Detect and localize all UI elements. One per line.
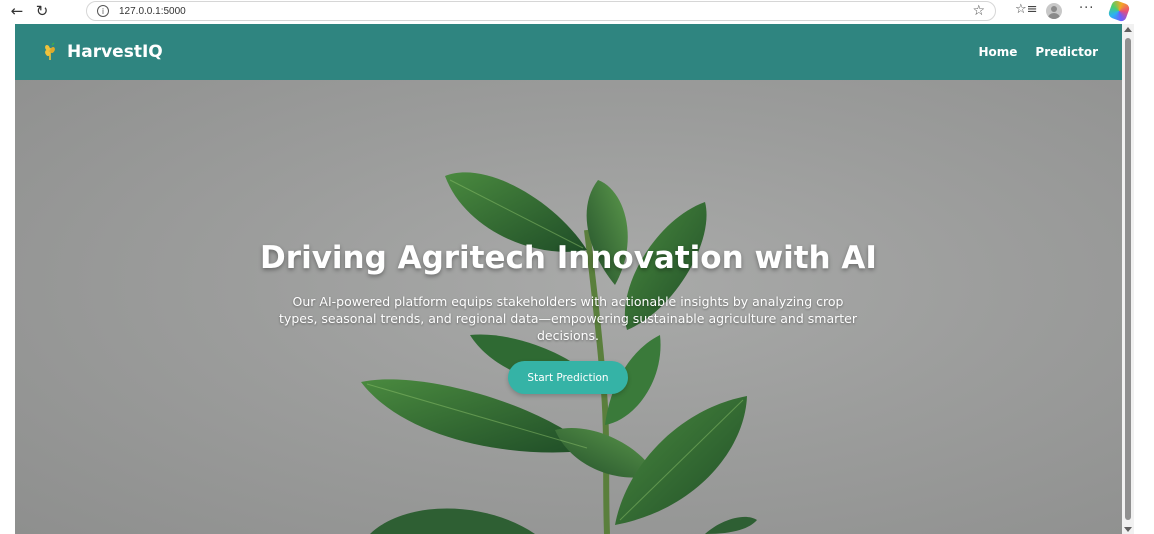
scrollbar[interactable] xyxy=(1122,24,1134,534)
browser-toolbar: ← ↻ i 127.0.0.1:5000 ☆ ☆≡ ··· xyxy=(0,0,1154,24)
copilot-icon[interactable] xyxy=(1107,0,1131,23)
nav-link-predictor[interactable]: Predictor xyxy=(1035,45,1098,59)
start-prediction-button[interactable]: Start Prediction xyxy=(508,361,628,394)
hero-section: Driving Agritech Innovation with AI Our … xyxy=(15,80,1122,534)
brand-name[interactable]: HarvestIQ xyxy=(67,42,163,62)
back-arrow-icon[interactable]: ← xyxy=(6,1,28,21)
nav-link-home[interactable]: Home xyxy=(978,45,1017,59)
info-icon[interactable]: i xyxy=(97,5,109,17)
url-text: 127.0.0.1:5000 xyxy=(119,5,186,17)
window-edge xyxy=(1134,24,1154,534)
scrollbar-thumb[interactable] xyxy=(1125,38,1131,520)
scroll-down-icon[interactable] xyxy=(1124,527,1132,532)
page-viewport: HarvestIQ Home Predictor Driving Agritec… xyxy=(15,24,1122,534)
nav-links: Home Predictor xyxy=(978,45,1098,59)
hero-title: Driving Agritech Innovation with AI xyxy=(260,240,877,276)
scroll-up-icon[interactable] xyxy=(1124,27,1132,32)
hero-description: Our AI-powered platform equips stakehold… xyxy=(279,294,857,343)
more-icon[interactable]: ··· xyxy=(1079,1,1094,16)
address-bar[interactable]: i 127.0.0.1:5000 ☆ xyxy=(86,1,996,21)
reload-icon[interactable]: ↻ xyxy=(31,1,53,21)
profile-icon[interactable] xyxy=(1046,3,1062,19)
favorites-icon[interactable]: ☆≡ xyxy=(1015,2,1038,17)
star-icon[interactable]: ☆ xyxy=(972,3,985,19)
site-navbar: HarvestIQ Home Predictor xyxy=(15,24,1122,80)
wheat-icon xyxy=(45,42,55,60)
